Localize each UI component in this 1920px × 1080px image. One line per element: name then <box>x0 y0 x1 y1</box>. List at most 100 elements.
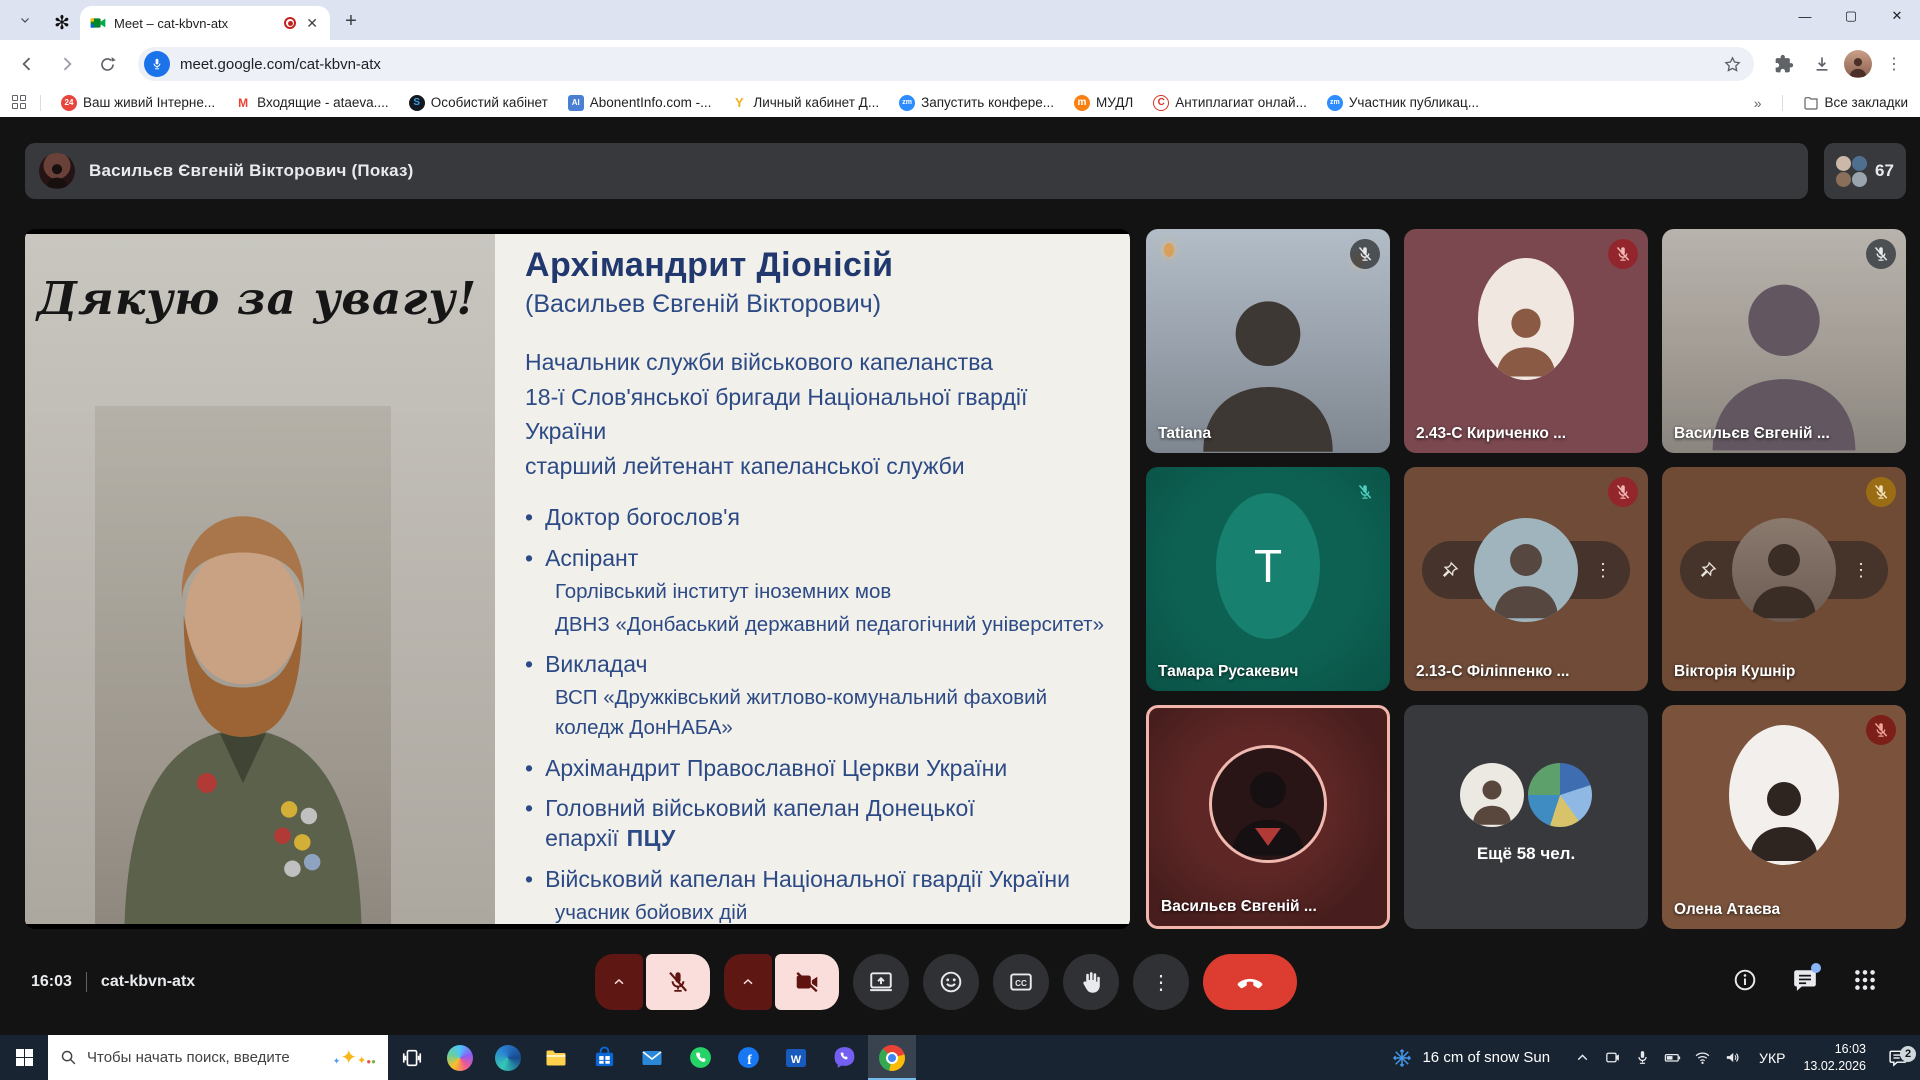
bookmarks-overflow-icon[interactable]: » <box>1754 95 1762 111</box>
bookmark-item[interactable]: AI AbonentInfo.com -... <box>568 95 712 111</box>
leave-call-button[interactable] <box>1203 954 1297 1010</box>
meeting-details-icon[interactable] <box>1732 967 1758 998</box>
pin-icon[interactable] <box>1698 560 1718 580</box>
edge-icon[interactable] <box>484 1035 532 1080</box>
facebook-icon[interactable]: f <box>724 1035 772 1080</box>
presentation-tile[interactable]: Дякую за увагу! Архімандрит Діонісій (Ва… <box>25 229 1130 929</box>
raise-hand-button[interactable] <box>1063 954 1119 1010</box>
camera-options-chevron[interactable] <box>724 954 772 1010</box>
browser-menu-icon[interactable]: ⋮ <box>1878 48 1910 80</box>
mail-icon[interactable] <box>628 1035 676 1080</box>
participant-tile[interactable]: Tatiana <box>1146 229 1390 453</box>
camera-toggle-button[interactable] <box>775 954 839 1010</box>
camera-tray-icon[interactable] <box>1604 1049 1621 1066</box>
window-close-button[interactable]: ✕ <box>1874 0 1920 32</box>
store-icon[interactable] <box>580 1035 628 1080</box>
more-options-button[interactable]: ⋮ <box>1133 954 1189 1010</box>
back-button[interactable] <box>10 47 44 81</box>
present-screen-button[interactable] <box>853 954 909 1010</box>
bookmark-item[interactable]: 24 Ваш живий Інтерне... <box>61 95 215 111</box>
weather-widget[interactable]: 16 cm of snow Sun <box>1378 1048 1564 1068</box>
presenter-banner: Васильєв Євгеній Вікторович (Показ) <box>25 143 1808 199</box>
participant-tile-active-speaker[interactable]: Васильєв Євгеній ... <box>1146 705 1390 929</box>
whatsapp-icon[interactable] <box>676 1035 724 1080</box>
tile-menu-icon[interactable]: ⋮ <box>1852 560 1870 581</box>
chrome-icon[interactable] <box>868 1035 916 1080</box>
bookmark-item[interactable]: Y Личный кабинет Д... <box>731 95 879 111</box>
participant-tile[interactable]: Васильєв Євгеній ... <box>1662 229 1906 453</box>
forward-button[interactable] <box>50 47 84 81</box>
participant-count-pill[interactable]: 67 <box>1824 143 1906 199</box>
bookmark-item[interactable]: S Особистий кабінет <box>409 95 548 111</box>
start-button[interactable] <box>0 1035 48 1080</box>
chat-icon[interactable] <box>1792 967 1818 998</box>
captions-button[interactable] <box>993 954 1049 1010</box>
window-maximize-button[interactable]: ▢ <box>1828 0 1874 32</box>
participant-tile[interactable]: ⋮ Вікторія Кушнір <box>1662 467 1906 691</box>
apps-grid-icon[interactable] <box>12 95 28 111</box>
participant-avatar <box>1478 258 1574 380</box>
participant-avatars <box>1836 156 1867 187</box>
mic-options-chevron[interactable] <box>595 954 643 1010</box>
new-tab-button[interactable]: + <box>336 6 366 36</box>
participant-tile[interactable]: ⋮ 2.13-С Філіппенко ... <box>1404 467 1648 691</box>
moodle-icon: m <box>1074 95 1090 111</box>
meet-page: Васильєв Євгеній Вікторович (Показ) 67 Д… <box>0 117 1920 1035</box>
slide-text-panel: Архімандрит Діонісій (Васильев Євгеній В… <box>495 234 1130 924</box>
site-mic-permission-icon[interactable] <box>144 51 170 77</box>
tab-search-button[interactable] <box>10 6 40 34</box>
mic-toggle-button[interactable] <box>646 954 710 1010</box>
bookmark-item[interactable]: zm Участник публикац... <box>1327 95 1479 111</box>
viber-icon[interactable] <box>820 1035 868 1080</box>
participant-name: Олена Атаєва <box>1674 901 1780 919</box>
tray-expand-icon[interactable] <box>1574 1049 1591 1066</box>
bookmarks-bar: 24 Ваш живий Інтерне... M Входящие - ata… <box>0 88 1920 117</box>
activities-icon[interactable] <box>1852 967 1878 998</box>
slide-bullets: •Доктор богослов'я •Аспірант Горлівський… <box>525 503 1104 924</box>
taskbar-clock[interactable]: 16:03 13.02.2026 <box>1793 1041 1876 1075</box>
tab-close-icon[interactable]: ✕ <box>304 15 320 32</box>
browser-tab-strip: ✻ Meet – cat-kbvn-atx ✕ + — ▢ ✕ <box>0 0 1920 40</box>
downloads-icon[interactable] <box>1806 48 1838 80</box>
file-explorer-icon[interactable] <box>532 1035 580 1080</box>
meet-header: Васильєв Євгеній Вікторович (Показ) 67 <box>25 143 1906 199</box>
windows-taskbar: Чтобы начать поиск, введите ✦✦✦●● f W <box>0 1035 1920 1080</box>
address-bar[interactable]: meet.google.com/cat-kbvn-atx <box>138 47 1754 81</box>
bookmark-item[interactable]: M Входящие - ataeva.... <box>235 95 389 111</box>
all-bookmarks-button[interactable]: Все закладки <box>1803 95 1908 111</box>
copilot-icon[interactable] <box>436 1035 484 1080</box>
word-icon[interactable]: W <box>772 1035 820 1080</box>
taskbar-search[interactable]: Чтобы начать поиск, введите ✦✦✦●● <box>48 1035 388 1080</box>
participant-tile[interactable]: Т Тамара Русакевич <box>1146 467 1390 691</box>
snowflake-icon <box>1392 1048 1412 1068</box>
volume-icon[interactable] <box>1724 1049 1741 1066</box>
bookmark-favicon: Y <box>731 95 747 111</box>
svg-text:f: f <box>747 1052 752 1067</box>
bookmark-item[interactable]: C Антиплагиат онлай... <box>1153 95 1307 111</box>
url-text[interactable]: meet.google.com/cat-kbvn-atx <box>180 56 1706 73</box>
window-minimize-button[interactable]: — <box>1782 0 1828 32</box>
participant-tile[interactable]: Олена Атаєва <box>1662 705 1906 929</box>
action-center-icon[interactable]: 2 <box>1876 1048 1920 1068</box>
bookmark-star-icon[interactable] <box>1716 48 1748 80</box>
extensions-icon[interactable] <box>1768 48 1800 80</box>
bookmark-item[interactable]: zm Запустить конфере... <box>899 95 1054 111</box>
reactions-button[interactable] <box>923 954 979 1010</box>
language-indicator[interactable]: УКР <box>1751 1050 1793 1066</box>
wifi-icon[interactable] <box>1694 1049 1711 1066</box>
microphone-tray-icon[interactable] <box>1634 1049 1651 1066</box>
active-tab[interactable]: Meet – cat-kbvn-atx ✕ <box>80 6 330 40</box>
participant-avatar <box>1729 725 1839 865</box>
participant-tile[interactable]: 2.43-С Кириченко ... <box>1404 229 1648 453</box>
more-participants-tile[interactable]: Ещё 58 чел. <box>1404 705 1648 929</box>
tile-menu-icon[interactable]: ⋮ <box>1594 560 1612 581</box>
pin-icon[interactable] <box>1440 560 1460 580</box>
bookmark-favicon: AI <box>568 95 584 111</box>
profile-avatar[interactable] <box>1844 50 1872 78</box>
bookmark-item[interactable]: m МУДЛ <box>1074 95 1133 111</box>
pinned-tab-chatgpt-icon[interactable]: ✻ <box>44 6 80 40</box>
battery-icon[interactable] <box>1664 1049 1681 1066</box>
reload-button[interactable] <box>90 47 124 81</box>
task-view-icon[interactable] <box>388 1035 436 1080</box>
meeting-code: cat-kbvn-atx <box>101 973 195 991</box>
